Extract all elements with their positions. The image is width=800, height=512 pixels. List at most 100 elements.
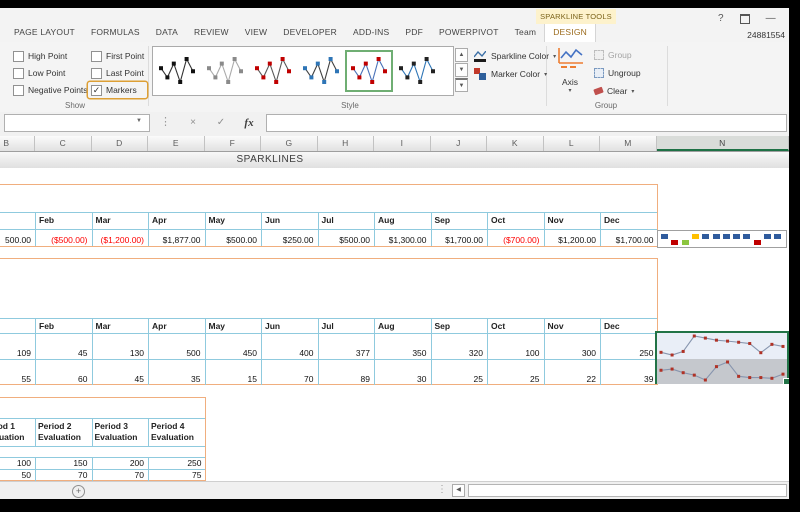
- tab-data[interactable]: DATA: [148, 23, 186, 42]
- period-cell[interactable]: 200: [93, 458, 150, 469]
- count-cell[interactable]: 500: [149, 334, 206, 359]
- help-icon[interactable]: ?: [718, 13, 724, 24]
- restore-window-icon[interactable]: [740, 14, 750, 24]
- gallery-more-icon[interactable]: ▼: [455, 78, 468, 92]
- formula-bar-dots-icon[interactable]: ⋮: [160, 115, 171, 128]
- axis-button[interactable]: Axis ▾: [552, 46, 588, 94]
- checkbox-negative-points[interactable]: Negative Points: [10, 82, 88, 98]
- count-cell[interactable]: 45: [36, 334, 93, 359]
- period-header-period-4-evaluation[interactable]: Period 4 Evaluation: [149, 419, 206, 446]
- period-cell[interactable]: 50: [0, 470, 36, 481]
- ungroup-button[interactable]: Ungroup: [594, 68, 641, 78]
- month-cell-jun[interactable]: Jun: [262, 213, 319, 229]
- column-header-I[interactable]: I: [374, 136, 431, 151]
- cancel-icon[interactable]: ×: [182, 114, 204, 132]
- tab-view[interactable]: VIEW: [237, 23, 276, 42]
- column-header-E[interactable]: E: [148, 136, 205, 151]
- name-box[interactable]: [4, 114, 150, 132]
- currency-cell[interactable]: ($1,200.00): [93, 230, 150, 246]
- count-cell[interactable]: 100: [488, 334, 545, 359]
- currency-cell[interactable]: $250.00: [262, 230, 319, 246]
- enter-icon[interactable]: ✓: [210, 114, 232, 132]
- count-cell[interactable]: 35: [149, 360, 206, 385]
- insert-function-icon[interactable]: fx: [238, 114, 260, 132]
- column-header-C[interactable]: C: [35, 136, 92, 151]
- currency-cell[interactable]: $500.00: [319, 230, 376, 246]
- sheetbar-dots-icon[interactable]: ⋮: [437, 484, 447, 495]
- month-cell-nov[interactable]: Nov: [545, 319, 602, 333]
- count-cell[interactable]: 55: [0, 360, 36, 385]
- month-cell-may[interactable]: May: [206, 213, 263, 229]
- winloss-sparkline-cell[interactable]: [657, 230, 787, 248]
- count-cell[interactable]: 377: [319, 334, 376, 359]
- period-cell[interactable]: 70: [93, 470, 150, 481]
- count-cell[interactable]: 25: [488, 360, 545, 385]
- month-cell-feb[interactable]: Feb: [36, 213, 93, 229]
- count-cell[interactable]: 60: [36, 360, 93, 385]
- period-cell[interactable]: 250: [149, 458, 206, 469]
- checkbox-last-point[interactable]: Last Point: [88, 65, 147, 81]
- month-cell-oct[interactable]: Oct: [488, 213, 545, 229]
- column-header-F[interactable]: F: [205, 136, 262, 151]
- currency-cell[interactable]: $1,200.00: [545, 230, 602, 246]
- tab-add-ins[interactable]: ADD-INS: [345, 23, 397, 42]
- month-cell-jan[interactable]: Jan: [0, 319, 36, 333]
- checkbox-high-point[interactable]: High Point: [10, 48, 88, 64]
- month-cell-nov[interactable]: Nov: [545, 213, 602, 229]
- currency-cell[interactable]: ($700.00): [488, 230, 545, 246]
- sparkline-color-button[interactable]: Sparkline Color ▾: [474, 50, 556, 62]
- currency-cell[interactable]: 500.00: [0, 230, 36, 246]
- tab-developer[interactable]: DEVELOPER: [275, 23, 345, 42]
- count-cell[interactable]: 350: [375, 334, 432, 359]
- style-preset-1[interactable]: [153, 50, 201, 92]
- column-header-B[interactable]: B: [0, 136, 35, 151]
- month-cell-aug[interactable]: Aug: [375, 319, 432, 333]
- month-cell-dec[interactable]: Dec: [601, 319, 658, 333]
- marker-color-button[interactable]: Marker Color ▾: [474, 68, 547, 80]
- month-cell-dec[interactable]: Dec: [601, 213, 658, 229]
- minimize-icon[interactable]: —: [766, 16, 776, 22]
- gallery-scroll-up-icon[interactable]: ▲: [455, 48, 468, 62]
- month-cell-sep[interactable]: Sep: [432, 319, 489, 333]
- style-preset-5[interactable]: [345, 50, 393, 92]
- count-cell[interactable]: 70: [262, 360, 319, 385]
- count-cell[interactable]: 400: [262, 334, 319, 359]
- period-header-period-1-evaluation[interactable]: Period 1 Evaluation: [0, 419, 36, 446]
- checkbox-first-point[interactable]: First Point: [88, 48, 147, 64]
- month-cell-apr[interactable]: Apr: [149, 213, 206, 229]
- count-cell[interactable]: 22: [545, 360, 602, 385]
- column-header-J[interactable]: J: [431, 136, 488, 151]
- count-cell[interactable]: 30: [375, 360, 432, 385]
- tab-formulas[interactable]: FORMULAS: [83, 23, 148, 42]
- currency-cell[interactable]: $1,300.00: [375, 230, 432, 246]
- period-cell[interactable]: 75: [149, 470, 206, 481]
- column-header-K[interactable]: K: [487, 136, 544, 151]
- month-cell-sep[interactable]: Sep: [432, 213, 489, 229]
- column-header-H[interactable]: H: [318, 136, 375, 151]
- name-box-dropdown-icon[interactable]: ▼: [136, 118, 142, 124]
- clear-button[interactable]: Clear ▾: [594, 86, 634, 96]
- tab-design[interactable]: DESIGN: [544, 22, 596, 42]
- style-preset-6[interactable]: [393, 50, 441, 92]
- month-cell-mar[interactable]: Mar: [93, 319, 150, 333]
- currency-cell[interactable]: $500.00: [206, 230, 263, 246]
- column-header-M[interactable]: M: [600, 136, 657, 151]
- month-cell-feb[interactable]: Feb: [36, 319, 93, 333]
- gallery-scroll-down-icon[interactable]: ▼: [455, 63, 468, 77]
- count-cell[interactable]: 109: [0, 334, 36, 359]
- checkbox-low-point[interactable]: Low Point: [10, 65, 88, 81]
- title-row[interactable]: SPARKLINES: [0, 152, 789, 168]
- period-cell[interactable]: 70: [36, 470, 93, 481]
- tab-pdf[interactable]: PDF: [397, 23, 431, 42]
- line-sparkline-cell-2[interactable]: [657, 359, 787, 384]
- month-cell-jan[interactable]: Jan: [0, 213, 36, 229]
- month-cell-apr[interactable]: Apr: [149, 319, 206, 333]
- currency-cell[interactable]: $1,877.00: [149, 230, 206, 246]
- currency-cell[interactable]: $1,700.00: [432, 230, 489, 246]
- month-cell-jul[interactable]: Jul: [319, 319, 376, 333]
- tab-review[interactable]: REVIEW: [186, 23, 237, 42]
- count-cell[interactable]: 39: [601, 360, 658, 385]
- period-header-period-3-evaluation[interactable]: Period 3 Evaluation: [93, 419, 150, 446]
- month-cell-may[interactable]: May: [206, 319, 263, 333]
- month-cell-oct[interactable]: Oct: [488, 319, 545, 333]
